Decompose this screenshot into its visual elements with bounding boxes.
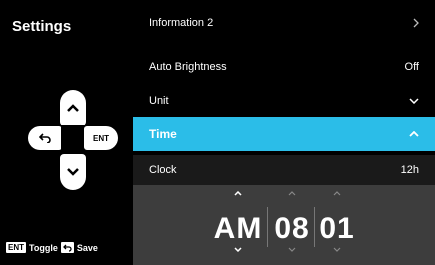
chevron-down-icon bbox=[67, 168, 79, 176]
chevron-up-icon bbox=[409, 131, 419, 137]
minute-value: 01 bbox=[319, 212, 355, 245]
minute-picker[interactable]: 01 bbox=[318, 185, 356, 265]
toggle-label: Toggle bbox=[29, 242, 58, 253]
menu-item-unit[interactable]: Unit bbox=[133, 86, 435, 116]
settings-menu: Information 2 Auto Brightness Off Unit T… bbox=[133, 0, 435, 265]
menu-item-time[interactable]: Time bbox=[133, 117, 435, 151]
dpad: ENT bbox=[28, 90, 118, 190]
page-title: Settings bbox=[12, 18, 72, 35]
save-label: Save bbox=[76, 242, 98, 253]
ent-key-badge: ENT bbox=[6, 242, 26, 253]
menu-item-auto-brightness[interactable]: Auto Brightness Off bbox=[133, 52, 435, 82]
picker-divider bbox=[314, 207, 315, 247]
menu-item-information[interactable]: Information 2 bbox=[133, 8, 435, 38]
dpad-enter-button[interactable]: ENT bbox=[84, 126, 118, 150]
ampm-value: AM bbox=[213, 212, 263, 245]
chevron-up-icon[interactable] bbox=[333, 191, 341, 196]
menu-item-value: Off bbox=[404, 61, 419, 73]
footer-hint: ENT Toggle Save bbox=[6, 242, 98, 253]
chevron-up-icon[interactable] bbox=[234, 191, 242, 196]
chevron-down-icon[interactable] bbox=[288, 247, 296, 252]
chevron-up-icon[interactable] bbox=[288, 191, 296, 196]
left-panel: Settings ENT ENT Toggle Save bbox=[0, 0, 133, 265]
menu-item-label: Information 2 bbox=[149, 17, 214, 29]
menu-item-label: Unit bbox=[149, 95, 169, 107]
picker-divider bbox=[267, 207, 268, 247]
chevron-down-icon[interactable] bbox=[333, 247, 341, 252]
menu-item-value: 12h bbox=[400, 164, 419, 176]
chevron-right-icon bbox=[413, 18, 419, 28]
dpad-back-button[interactable] bbox=[28, 126, 62, 150]
enter-label: ENT bbox=[93, 133, 109, 143]
chevron-up-icon bbox=[67, 104, 79, 112]
back-key-icon bbox=[60, 242, 74, 253]
dpad-down-button[interactable] bbox=[60, 154, 86, 190]
back-arrow-icon bbox=[39, 133, 51, 143]
ampm-picker[interactable]: AM bbox=[213, 185, 263, 265]
hour-picker[interactable]: 08 bbox=[273, 185, 311, 265]
dpad-up-button[interactable] bbox=[60, 90, 86, 126]
dpad-center bbox=[61, 125, 85, 151]
menu-item-label: Time bbox=[149, 127, 177, 141]
hour-value: 08 bbox=[274, 212, 310, 245]
chevron-down-icon bbox=[409, 98, 419, 104]
menu-item-clock[interactable]: Clock 12h bbox=[133, 155, 435, 185]
chevron-down-icon[interactable] bbox=[234, 247, 242, 252]
time-picker: AM 08 01 bbox=[133, 185, 435, 265]
menu-item-label: Clock bbox=[149, 164, 177, 176]
menu-item-label: Auto Brightness bbox=[149, 61, 227, 73]
